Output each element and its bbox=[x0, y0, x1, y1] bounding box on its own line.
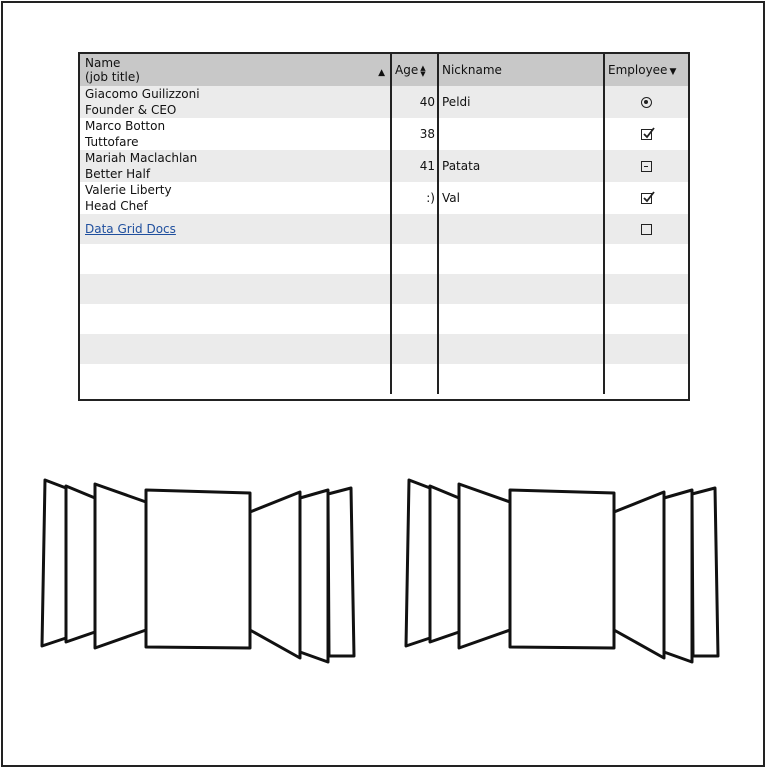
dropdown-arrow-icon[interactable]: ▼ bbox=[669, 67, 676, 77]
column-header-name-sublabel: (job title) bbox=[85, 70, 140, 84]
cell-nickname bbox=[438, 214, 605, 244]
employee-checkbox[interactable] bbox=[641, 224, 652, 235]
cell-nickname: Patata bbox=[438, 150, 605, 182]
table-row[interactable]: Data Grid Docs bbox=[80, 214, 688, 244]
employee-title: Head Chef bbox=[85, 199, 148, 213]
employee-checkbox[interactable] bbox=[641, 127, 655, 140]
table-row[interactable]: Valerie Liberty Head Chef :) Val bbox=[80, 182, 688, 214]
cover-card-near-right bbox=[612, 490, 666, 660]
column-header-name-label: Name bbox=[85, 56, 121, 70]
table-row[interactable]: Giacomo Guilizzoni Founder & CEO 40 Peld… bbox=[80, 86, 688, 118]
table-row bbox=[80, 304, 688, 334]
cell-age: 38 bbox=[391, 118, 439, 150]
cell-name: Data Grid Docs bbox=[80, 214, 392, 244]
cell-employee bbox=[604, 86, 688, 118]
cell-name: Mariah Maclachlan Better Half bbox=[80, 150, 392, 182]
employee-name: Marco Botton bbox=[85, 119, 166, 133]
cover-card-mid-left bbox=[64, 484, 97, 644]
cell-nickname: Val bbox=[438, 182, 605, 214]
cell-employee bbox=[604, 150, 688, 182]
column-header-employee-label: Employee bbox=[608, 63, 668, 77]
cover-card-near-right bbox=[248, 490, 302, 660]
cell-age: 40 bbox=[391, 86, 439, 118]
table-row[interactable]: Marco Botton Tuttofare 38 bbox=[80, 118, 688, 150]
cover-card-far-left bbox=[404, 478, 432, 648]
table-row bbox=[80, 244, 688, 274]
cell-employee bbox=[604, 214, 688, 244]
column-header-age[interactable]: Age ▲ ▼ bbox=[391, 54, 439, 86]
cover-card-mid-right bbox=[298, 488, 330, 664]
employee-title: Tuttofare bbox=[85, 135, 139, 149]
employee-title: Better Half bbox=[85, 167, 151, 181]
cover-card-far-right bbox=[326, 486, 356, 658]
employee-title: Founder & CEO bbox=[85, 103, 177, 117]
cover-card-mid-right bbox=[662, 488, 694, 664]
cell-age bbox=[391, 214, 439, 244]
sort-ascending-icon[interactable]: ▲ bbox=[378, 66, 385, 80]
cover-flow-left[interactable] bbox=[38, 474, 358, 666]
cover-card-mid-left bbox=[428, 484, 461, 644]
cell-name: Giacomo Guilizzoni Founder & CEO bbox=[80, 86, 392, 118]
employee-name: Valerie Liberty bbox=[85, 183, 172, 197]
table-row bbox=[80, 334, 688, 364]
data-grid-docs-link[interactable]: Data Grid Docs bbox=[85, 222, 176, 236]
column-header-name[interactable]: Name (job title) ▲ bbox=[80, 54, 392, 86]
data-grid[interactable]: Name (job title) ▲ Age ▲ ▼ Nickname Employ… bbox=[78, 52, 690, 401]
cover-card-far-right bbox=[690, 486, 720, 658]
column-header-nickname[interactable]: Nickname bbox=[438, 54, 605, 86]
employee-radio[interactable] bbox=[641, 97, 652, 108]
table-row[interactable]: Mariah Maclachlan Better Half 41 Patata bbox=[80, 150, 688, 182]
cover-card-far-left bbox=[40, 478, 68, 648]
cell-employee bbox=[604, 182, 688, 214]
cover-card-center bbox=[144, 488, 252, 650]
cover-flow-right[interactable] bbox=[402, 474, 722, 666]
cover-card-near-left bbox=[457, 482, 512, 650]
employee-name: Giacomo Guilizzoni bbox=[85, 87, 200, 101]
column-header-nickname-label: Nickname bbox=[442, 63, 502, 77]
cell-age: 41 bbox=[391, 150, 439, 182]
employee-checkbox[interactable] bbox=[641, 161, 652, 172]
column-header-age-label: Age bbox=[395, 63, 419, 77]
table-row bbox=[80, 364, 688, 394]
sort-toggle-icon[interactable]: ▲ ▼ bbox=[420, 64, 425, 77]
table-row bbox=[80, 274, 688, 304]
cover-card-center bbox=[508, 488, 616, 650]
cell-nickname bbox=[438, 118, 605, 150]
column-header-employee[interactable]: Employee ▼ bbox=[604, 54, 688, 86]
cell-age: :) bbox=[391, 182, 439, 214]
employee-name: Mariah Maclachlan bbox=[85, 151, 198, 165]
cell-employee bbox=[604, 118, 688, 150]
cell-nickname: Peldi bbox=[438, 86, 605, 118]
cover-card-near-left bbox=[93, 482, 148, 650]
cell-name: Marco Botton Tuttofare bbox=[80, 118, 392, 150]
cell-name: Valerie Liberty Head Chef bbox=[80, 182, 392, 214]
employee-checkbox[interactable] bbox=[641, 191, 655, 204]
